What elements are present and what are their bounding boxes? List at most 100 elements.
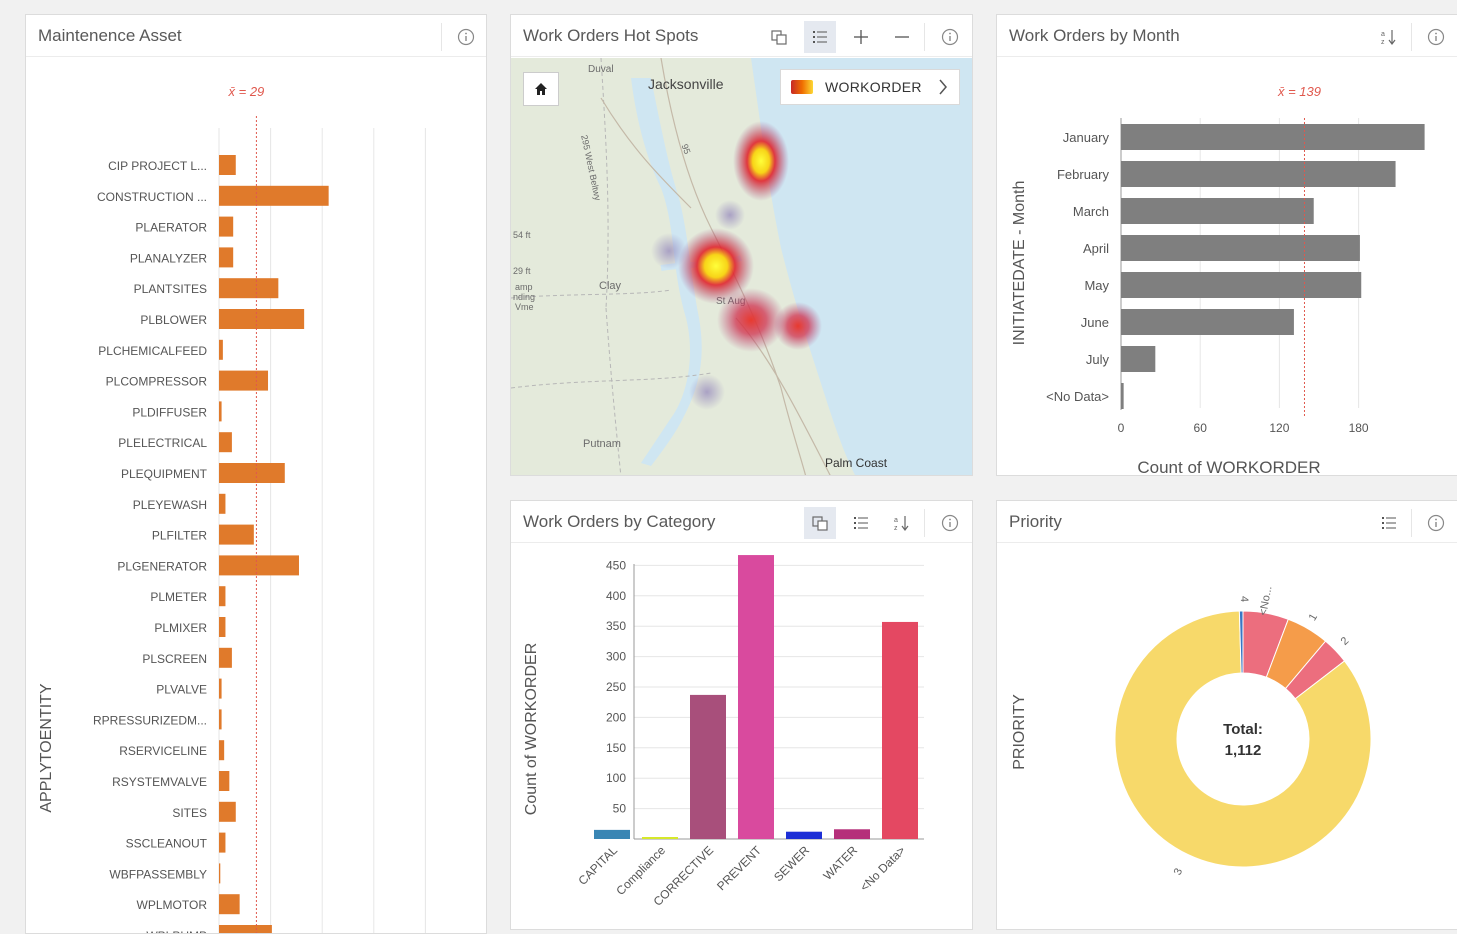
bar [219, 894, 240, 915]
x-tick-label: 120 [1269, 421, 1289, 435]
hotspots-map-panel: Work Orders Hot Spots Duval Jacksonville… [510, 14, 973, 476]
sort-button[interactable]: az [886, 507, 918, 539]
category-label: PLMETER [150, 590, 207, 604]
panel-title: Work Orders Hot Spots [523, 26, 699, 45]
slice-label: <No... [1257, 585, 1274, 616]
bar [219, 647, 232, 668]
x-tick-label: 180 [1349, 421, 1369, 435]
bar [690, 694, 726, 839]
svg-text:a: a [894, 517, 898, 524]
zoom-out-button[interactable] [886, 21, 918, 53]
x-tick-label: 0 [1118, 421, 1125, 435]
bar [1121, 309, 1294, 335]
category-label: PLMIXER [154, 621, 207, 635]
minus-icon [895, 36, 909, 38]
panel-header: Maintenence Asset [26, 15, 486, 57]
legend-button[interactable] [845, 507, 877, 539]
bar [219, 278, 279, 299]
category-label: PLCHEMICALFEED [98, 344, 207, 358]
category-label: PLANTSITES [134, 282, 207, 296]
mean-label: x̄ = 139 [1277, 84, 1321, 99]
home-icon [535, 83, 547, 95]
category-label: CIP PROJECT L... [108, 159, 207, 173]
sort-icon: az [894, 516, 909, 532]
category-label: SITES [172, 806, 207, 820]
category-label: RSYSTEMVALVE [112, 775, 207, 789]
total-label: Total: [1223, 721, 1263, 738]
slice-label: 2 [1339, 635, 1352, 648]
y-axis-title: INITIATEDATE - Month [1011, 181, 1028, 346]
bar [219, 493, 226, 514]
bar [594, 829, 630, 839]
zoom-in-button[interactable] [845, 21, 877, 53]
info-icon [1427, 28, 1445, 46]
info-button[interactable] [1420, 21, 1452, 53]
bar [1121, 198, 1314, 224]
category-label: PLVALVE [156, 683, 207, 697]
x-tick-label: 60 [1194, 421, 1208, 435]
svg-text:a: a [1381, 31, 1385, 38]
bar [1121, 383, 1124, 409]
info-button[interactable] [934, 21, 966, 53]
legend-list-icon [1382, 517, 1396, 529]
bar [219, 863, 221, 884]
category-label: PLSCREEN [142, 652, 207, 666]
bar [1121, 272, 1362, 298]
bar [1121, 161, 1396, 187]
info-button[interactable] [450, 21, 482, 53]
panel-header: Priority [997, 501, 1457, 543]
legend-button[interactable] [1373, 507, 1405, 539]
bar [219, 401, 222, 422]
category-label: February [1057, 167, 1110, 182]
layers-button[interactable] [763, 21, 795, 53]
legend-list-icon [854, 517, 868, 529]
legend-label: WORKORDER [825, 79, 922, 95]
y-axis-title: APPLYTOENTITY [38, 683, 55, 813]
category-label: CONSTRUCTION ... [97, 190, 207, 204]
map-legend-toggle[interactable]: WORKORDER [780, 69, 960, 105]
bar [219, 925, 272, 933]
chevron-right-icon [939, 79, 947, 95]
info-button[interactable] [1420, 507, 1452, 539]
map-view[interactable]: Duval Jacksonville 295 West Beltwy 95 54… [511, 58, 972, 475]
layers-button[interactable] [804, 507, 836, 539]
sort-button[interactable]: az [1373, 21, 1405, 53]
y-axis-title: Count of WORKORDER [523, 643, 540, 815]
category-label: WPLMOTOR [137, 898, 208, 912]
month-panel: Work Orders by Month az 0 60 120 180 January… [996, 14, 1457, 476]
bar [219, 709, 222, 730]
header-separator [1411, 509, 1412, 537]
panel-header: Work Orders Hot Spots [511, 15, 972, 57]
bar [219, 771, 230, 791]
layers-icon [812, 516, 828, 531]
bar [219, 155, 236, 175]
home-button[interactable] [523, 72, 559, 106]
svg-text:z: z [1381, 39, 1385, 46]
maintenance-asset-panel: Maintenence Asset CIP PROJECT L... CONSTR… [25, 14, 487, 934]
legend-button[interactable] [804, 21, 836, 53]
category-panel: Work Orders by Category az 50 100 150 200 25… [510, 500, 973, 930]
month-bar-chart: 0 60 120 180 January February March April May Jun… [1011, 84, 1425, 475]
category-label: PLELECTRICAL [118, 436, 207, 450]
layers-icon [771, 30, 787, 45]
bar [1121, 124, 1425, 150]
bar [219, 339, 223, 360]
y-tick-label: 300 [606, 650, 626, 664]
header-separator [1411, 23, 1412, 51]
info-button[interactable] [934, 507, 966, 539]
bar [786, 831, 822, 839]
slice-label: 1 [1307, 612, 1320, 623]
mean-label: x̄ = 29 [228, 84, 265, 99]
sort-icon: az [1381, 30, 1396, 46]
category-label: PLEQUIPMENT [121, 467, 208, 481]
bar [219, 678, 222, 699]
legend-list-icon [813, 31, 827, 43]
bar [642, 837, 678, 839]
category-label: CAPITAL [575, 843, 620, 888]
panel-title: Work Orders by Category [523, 512, 716, 531]
category-label: PLCOMPRESSOR [106, 375, 208, 389]
category-label: July [1086, 352, 1110, 367]
bar [219, 617, 226, 637]
category-label: <No Data> [857, 843, 908, 894]
category-label: PLFILTER [152, 529, 207, 543]
